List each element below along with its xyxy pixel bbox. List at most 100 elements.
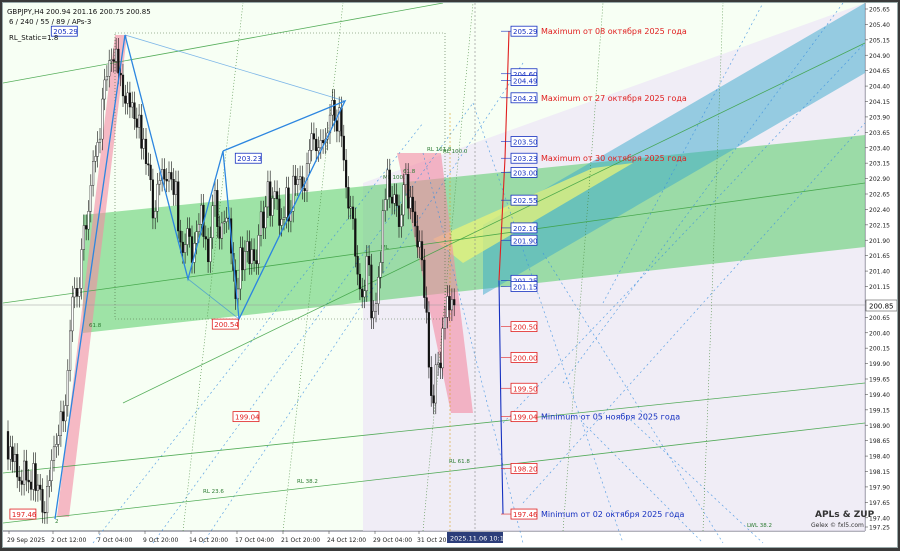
candle-body	[409, 196, 412, 209]
x-axis-tick-label: 2 Oct 12:00	[51, 537, 86, 544]
y-axis-tick-label: 203.40	[869, 145, 890, 152]
candle-body	[34, 463, 37, 491]
candle-body	[206, 238, 210, 263]
candle-body	[252, 249, 256, 261]
candle-body	[402, 184, 405, 216]
candle-body	[101, 98, 104, 140]
candle-body	[266, 181, 269, 208]
candle-body	[340, 107, 343, 137]
line-level-label: RL 61.8	[449, 459, 470, 465]
candle-body	[124, 95, 127, 104]
candle-body	[299, 176, 302, 180]
y-axis-tick-label: 198.15	[869, 469, 890, 476]
candle-body	[264, 206, 267, 229]
symbol-line: GBPJPY,H4 200.94 201.16 200.75 200.85	[7, 8, 151, 16]
candle-body	[52, 446, 56, 461]
chart-window[interactable]: 2 61.8 RL 23.6 RL 38.2 RL 61.8 RL 100.0 RL 161…	[2, 2, 898, 548]
line-level-label: RL 161.8	[427, 147, 452, 153]
candle-body	[356, 256, 359, 275]
candle-body	[23, 460, 26, 485]
candle-body	[418, 241, 421, 248]
candle-body	[151, 179, 154, 219]
candle-body	[220, 222, 223, 239]
line-level-label: LWL 38.2	[747, 523, 772, 529]
candle-body	[358, 273, 361, 290]
y-axis-tick-label: 203.15	[869, 161, 890, 168]
candle-body	[89, 185, 92, 212]
candle-body	[248, 241, 251, 264]
y-axis-tick-label: 200.40	[869, 330, 890, 337]
candle-body	[68, 330, 72, 371]
candlestick-chart[interactable]: 261.8RL 23.6RL 38.2RL 61.8RL 100.0RL 161…	[2, 2, 898, 547]
candle-body	[144, 138, 148, 164]
watermark-subtitle: Gelex © fxl5.com	[811, 522, 864, 529]
candle-body	[294, 175, 297, 185]
extreme-annotation: Minimum от 05 ноября 2025 года	[541, 413, 680, 422]
candle-body	[18, 476, 21, 481]
y-axis-tick-label: 197.90	[869, 484, 890, 491]
line-level-label: 61.8	[89, 323, 102, 329]
candle-body	[437, 362, 440, 366]
candle-body	[27, 479, 30, 483]
candle-body	[450, 299, 453, 311]
candle-body	[365, 256, 368, 292]
candle-body	[82, 225, 85, 250]
target-tag-label: 203.23	[513, 155, 538, 163]
y-axis-tick-label: 197.25	[869, 525, 890, 532]
candle-body	[345, 159, 348, 188]
candle-body	[39, 484, 42, 490]
candle-body	[363, 290, 366, 298]
candle-body	[103, 79, 106, 100]
candle-body	[170, 172, 173, 180]
candle-body	[172, 178, 175, 195]
price-tag-label: 200.54	[214, 321, 239, 329]
candle-body	[434, 364, 437, 404]
target-tag-label: 201.15	[513, 284, 538, 292]
candle-body	[349, 206, 352, 209]
candle-body	[388, 169, 391, 198]
candle-body	[427, 312, 430, 368]
candle-body	[11, 446, 14, 462]
y-axis-tick-label: 205.65	[869, 7, 890, 14]
candle-body	[165, 178, 168, 182]
candle-body	[441, 328, 444, 369]
candle-body	[46, 486, 49, 514]
candle-body	[71, 296, 74, 332]
candle-body	[114, 48, 118, 62]
candle-body	[384, 199, 387, 211]
y-axis-tick-label: 204.90	[869, 53, 890, 60]
candle-body	[105, 76, 108, 81]
candle-body	[57, 435, 60, 445]
candle-body	[186, 228, 189, 245]
candle-body	[361, 288, 364, 298]
line-level-label: 2	[55, 519, 59, 525]
target-tag-label: 201.90	[513, 237, 538, 245]
candle-body	[59, 411, 62, 436]
candle-body	[110, 59, 113, 61]
y-axis-tick-label: 204.40	[869, 84, 890, 91]
target-tag-label: 199.50	[513, 385, 538, 393]
candle-body	[278, 198, 281, 226]
candle-body	[381, 210, 384, 263]
candle-body	[163, 169, 166, 180]
candle-body	[126, 92, 129, 104]
extreme-annotation: Maximum от 08 октября 2025 года	[541, 27, 687, 36]
y-axis-tick-label: 201.65	[869, 253, 890, 260]
candle-body	[319, 140, 322, 148]
candle-body	[91, 161, 95, 186]
candle-body	[377, 277, 380, 304]
y-axis-tick-label: 202.65	[869, 192, 890, 199]
y-axis-tick-label: 198.65	[869, 438, 890, 445]
candle-body	[243, 251, 246, 271]
candle-body	[43, 512, 46, 514]
target-tag-label: 198.20	[513, 465, 538, 473]
candle-body	[423, 259, 426, 298]
candle-body	[425, 297, 428, 313]
settings-line: 6 / 240 / 55 / 89 / APs-3	[9, 18, 91, 26]
candle-body	[25, 460, 28, 481]
indicator-label: RL_Static=1.8	[9, 34, 58, 42]
candle-body	[16, 454, 19, 478]
candle-body	[239, 247, 242, 290]
candle-body	[397, 205, 401, 227]
candle-body	[211, 205, 214, 238]
